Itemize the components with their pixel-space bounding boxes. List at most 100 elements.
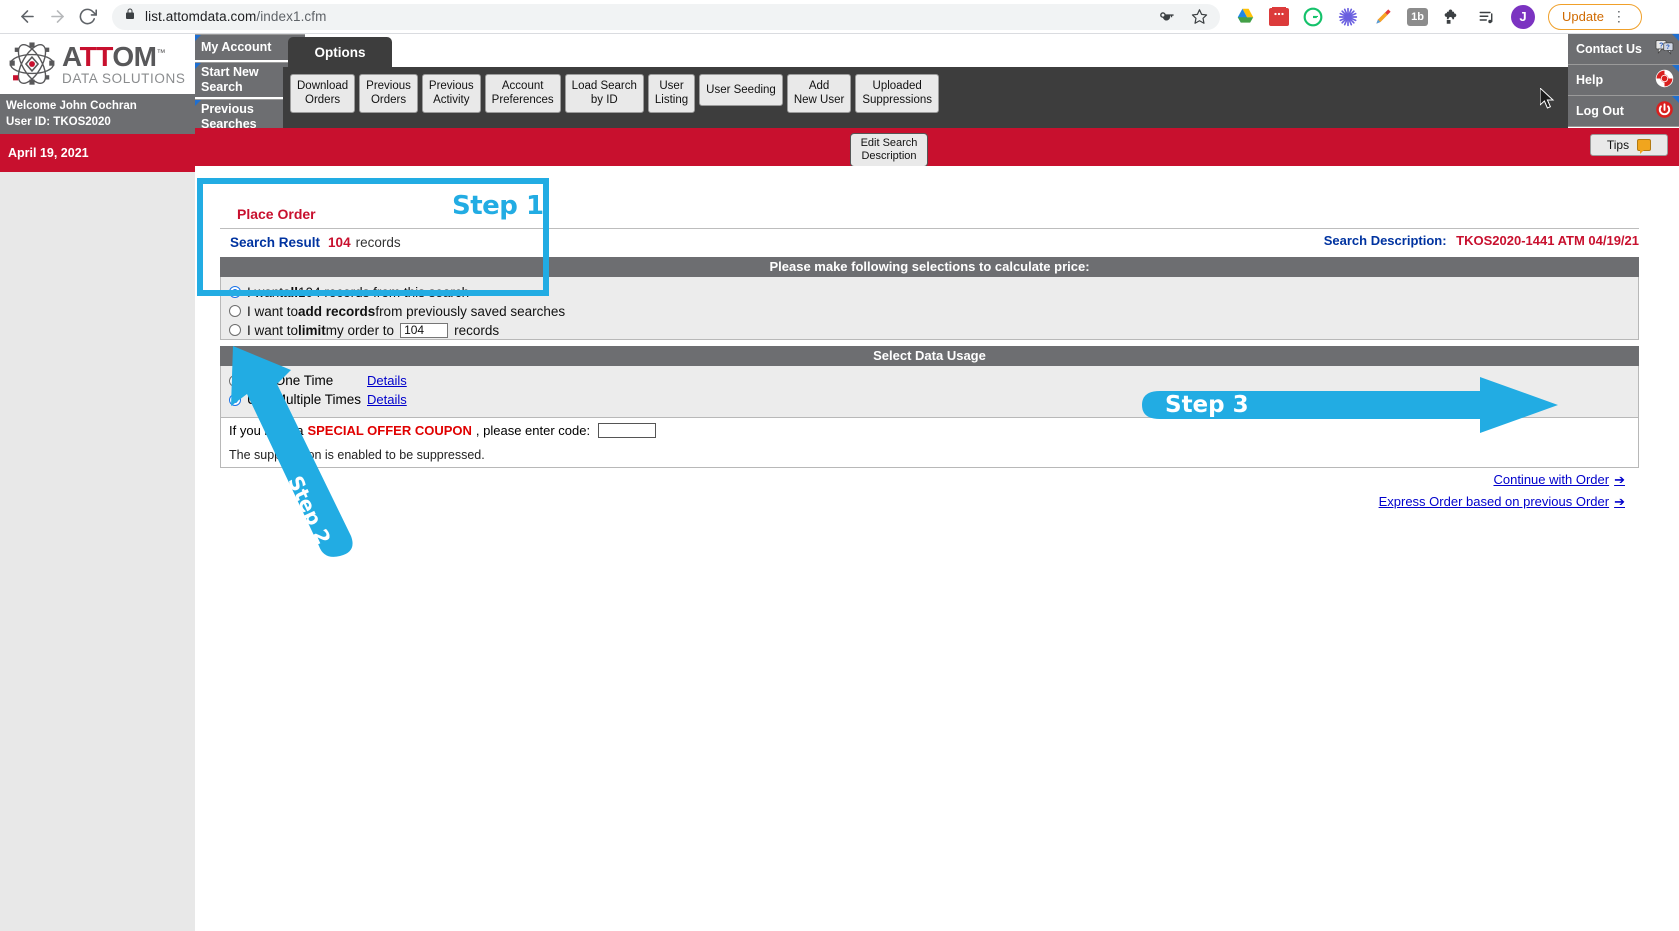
chat-bubbles-icon: ? ? (1655, 39, 1674, 59)
svg-text:?: ? (1659, 43, 1663, 50)
link-details-multiple-times[interactable]: Details (367, 392, 407, 407)
radio-limit-pre: I want to (247, 322, 299, 338)
contact-us-label: Contact Us (1576, 42, 1642, 56)
options-nav: Options Download Orders Previous Orders … (283, 34, 1568, 128)
button-load-search-by-id[interactable]: Load Search by ID (564, 74, 644, 113)
brand-name: ATTOM™ (62, 40, 165, 72)
radio-use-one-time[interactable] (229, 374, 241, 387)
grammarly-icon[interactable] (1302, 6, 1324, 28)
pen-extension-icon[interactable] (1372, 6, 1394, 28)
star-icon[interactable] (1191, 8, 1208, 25)
puzzle-extensions-icon[interactable] (1441, 6, 1463, 28)
price-header: Please make following selections to calc… (220, 257, 1639, 277)
update-button[interactable]: Update ⋮ (1548, 3, 1642, 30)
header-right-nav: Contact Us ? ? Help Log Out (1568, 34, 1679, 127)
usage-header: Select Data Usage (220, 346, 1639, 366)
address-bar[interactable]: list.attomdata.com/index1.cfm (112, 3, 1220, 30)
radio-option-limit[interactable]: I want to limit my order to records (229, 321, 1638, 339)
corner-flag-icon (195, 63, 201, 69)
usage-option-one-time[interactable]: Use One Time Details (229, 371, 1638, 390)
coupon-pre-text: If you have a (229, 422, 304, 438)
attom-logo: ATTOM™ DATA SOLUTIONS (0, 34, 195, 94)
search-result-row: Search Result 104 records Search Descrip… (220, 229, 1639, 257)
radio-limit-post: my order to (325, 322, 395, 338)
welcome-name: Welcome John Cochran (6, 100, 137, 112)
key-icon[interactable] (1158, 8, 1175, 25)
red-extension-icon[interactable] (1269, 6, 1289, 26)
back-arrow-icon[interactable] (12, 2, 42, 32)
onebrowser-extension-icon[interactable]: 1b (1407, 7, 1428, 26)
coupon-code-input[interactable] (598, 422, 657, 438)
arrow-right-icon: ➔ (1614, 472, 1625, 487)
button-previous-activity[interactable]: Previous Activity (421, 74, 481, 113)
button-edit-search-description[interactable]: Edit Search Description (850, 133, 928, 168)
button-help[interactable]: Help (1568, 65, 1679, 96)
usage-multiple-times-label: Use Multiple Times (247, 392, 362, 407)
application-area: ATTOM™ DATA SOLUTIONS Welcome John Cochr… (0, 34, 1679, 931)
button-tips[interactable]: Tips (1590, 134, 1668, 156)
power-icon (1655, 100, 1674, 122)
left-column: ATTOM™ DATA SOLUTIONS Welcome John Cochr… (0, 34, 195, 931)
log-out-label: Log Out (1576, 104, 1624, 118)
current-date: April 19, 2021 (0, 134, 195, 172)
link-continue-with-order[interactable]: Continue with Order ➔ (1493, 472, 1625, 488)
google-drive-icon[interactable] (1234, 6, 1256, 28)
button-contact-us[interactable]: Contact Us ? ? (1568, 34, 1679, 65)
reading-list-icon[interactable] (1476, 6, 1498, 28)
sidebar-item-label: My Account (201, 40, 272, 54)
button-user-listing[interactable]: User Listing (647, 74, 696, 113)
order-links: Continue with Order ➔ Express Order based… (220, 472, 1639, 518)
browser-toolbar: list.attomdata.com/index1.cfm 1b J Updat… (0, 0, 1679, 34)
profile-avatar[interactable]: J (1511, 4, 1535, 29)
radio-use-multiple-times[interactable] (229, 393, 241, 406)
order-panel: Search Result 104 records Search Descrip… (220, 228, 1639, 518)
radio-option-all[interactable]: I want all 104 records from this search (229, 283, 1638, 301)
coupon-post-text: , please enter code: (475, 422, 591, 438)
date-band: Edit Search Description Tips (195, 128, 1679, 168)
radio-all-pre: I want (247, 284, 284, 300)
radio-option-add[interactable]: I want to add records from previously sa… (229, 302, 1638, 320)
radio-limit-records[interactable] (229, 324, 241, 336)
tips-note-icon (1637, 139, 1652, 154)
button-uploaded-suppressions[interactable]: Uploaded Suppressions (855, 74, 939, 113)
search-result-suffix: records (355, 235, 401, 250)
overflow-menu-icon[interactable]: ⋮ (1612, 8, 1628, 25)
button-log-out[interactable]: Log Out (1568, 96, 1679, 127)
lifesaver-icon (1655, 69, 1674, 91)
search-description: Search Description: TKOS2020-1441 ATM 04… (1324, 233, 1639, 248)
link-details-one-time[interactable]: Details (367, 373, 407, 388)
left-filler (0, 172, 195, 931)
forward-arrow-icon[interactable] (42, 2, 72, 32)
coupon-row: If you have a SPECIAL OFFER COUPON, plea… (220, 418, 1639, 442)
reload-icon[interactable] (72, 2, 102, 32)
svg-text:?: ? (1666, 44, 1670, 51)
tab-options[interactable]: Options (288, 37, 392, 67)
corner-flag-icon (195, 100, 201, 106)
button-user-seeding[interactable]: User Seeding (699, 74, 783, 106)
search-result-count: 104 (328, 235, 351, 250)
button-download-orders[interactable]: Download Orders (290, 74, 356, 113)
help-label: Help (1576, 73, 1604, 87)
button-add-new-user[interactable]: Add New User (786, 74, 852, 113)
corner-flag-icon (195, 35, 201, 41)
asterisk-extension-icon[interactable] (1337, 6, 1359, 28)
radio-add-pre: I want to (247, 303, 299, 319)
atom-mark-icon (6, 39, 58, 89)
link-express-order[interactable]: Express Order based on previous Order ➔ (1379, 494, 1625, 510)
radio-all-records[interactable] (229, 286, 241, 298)
usage-option-multiple-times[interactable]: Use Multiple Times Details (229, 390, 1638, 409)
record-selection-body: I want all 104 records from this search … (220, 277, 1639, 340)
radio-limit-bold: limit (298, 322, 326, 338)
limit-records-input[interactable] (400, 322, 449, 338)
url-text: list.attomdata.com/index1.cfm (145, 9, 327, 24)
options-button-strip: Download Orders Previous Orders Previous… (283, 67, 1568, 128)
suppression-note: The suppression is enabled to be suppres… (220, 442, 1639, 468)
button-account-preferences[interactable]: Account Preferences (484, 74, 561, 113)
button-previous-orders[interactable]: Previous Orders (359, 74, 418, 113)
usage-selection-body: Use One Time Details Use Multiple Times … (220, 366, 1639, 418)
radio-add-records[interactable] (229, 305, 241, 317)
radio-add-post: from previously saved searches (375, 303, 566, 319)
search-description-label: Search Description: (1323, 233, 1447, 248)
main-content: Place Order Search Result 104 records Se… (195, 166, 1679, 931)
brand-tagline: DATA SOLUTIONS (62, 70, 186, 86)
